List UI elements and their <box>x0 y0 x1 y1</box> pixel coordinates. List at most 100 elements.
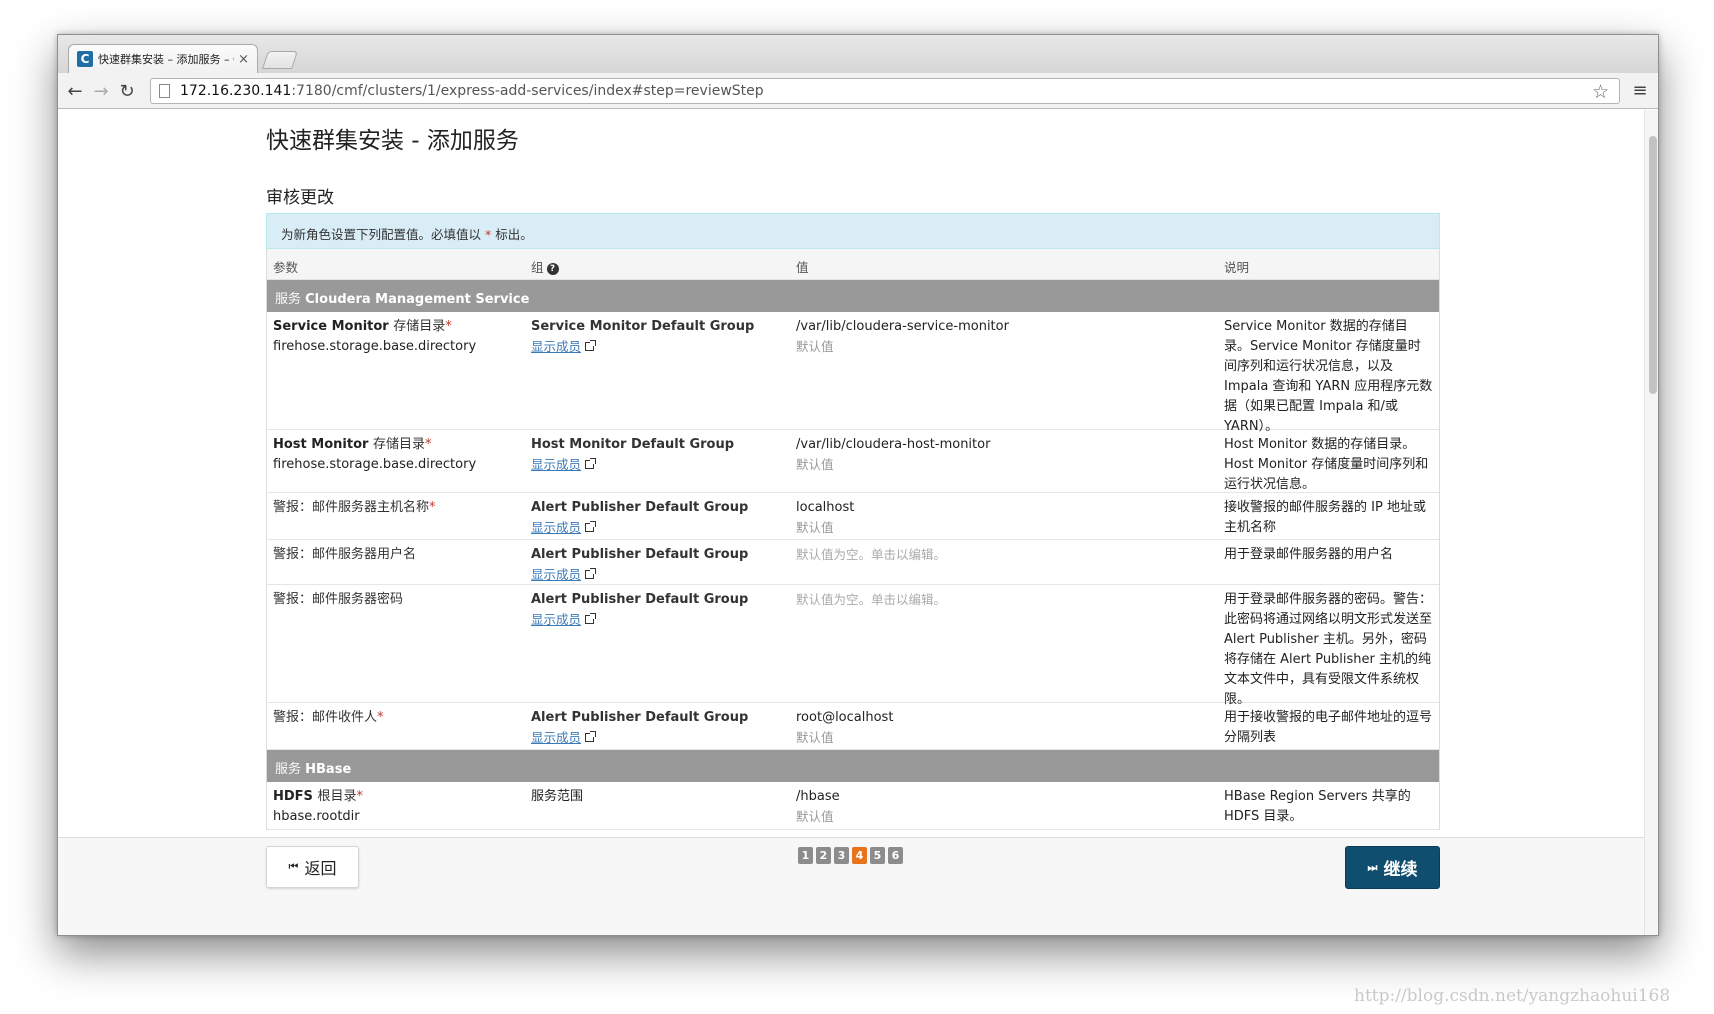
table-row: 警报：邮件服务器用户名 Alert Publisher Default Group… <box>267 540 1439 585</box>
group-cell: Host Monitor Default Group 显示成员 <box>525 430 790 492</box>
description-cell: 接收警报的邮件服务器的 IP 地址或主机名称 <box>1224 500 1426 535</box>
default-label: 默认值 <box>796 339 834 354</box>
param-cell: HDFS 根目录* hbase.rootdir <box>267 782 525 829</box>
service-prefix: 服务 <box>275 762 306 777</box>
service-group-header: 服务 Cloudera Management Service <box>267 280 1439 312</box>
continue-label: 继续 <box>1383 860 1418 880</box>
param-name-zh: 存储目录 <box>372 437 425 452</box>
required-mark: * <box>445 319 452 334</box>
param-name-zh: 警报：邮件收件人 <box>273 710 378 725</box>
param-cell: 警报：邮件服务器主机名称* <box>267 493 525 539</box>
group-cell: 服务范围 <box>525 782 790 829</box>
new-tab-button[interactable] <box>262 51 298 69</box>
external-link-icon <box>585 458 597 469</box>
param-name: Service Monitor 存储目录* <box>273 317 519 337</box>
wizard-footer: ⏮ 返回 123456 ⏭ 继续 <box>58 837 1644 935</box>
param-name: Host Monitor 存储目录* <box>273 435 519 455</box>
close-tab-icon[interactable]: × <box>238 52 249 67</box>
default-label: 默认值 <box>796 520 834 535</box>
reload-icon[interactable]: ↻ <box>116 80 138 102</box>
back-button[interactable]: ⏮ 返回 <box>266 846 359 888</box>
required-mark: * <box>424 437 432 452</box>
table-row: Host Monitor 存储目录* firehose.storage.base.… <box>267 430 1439 493</box>
show-members-link[interactable]: 显示成员 <box>531 610 784 631</box>
service-prefix: 服务 <box>275 292 306 307</box>
config-value[interactable]: localhost <box>796 498 1212 518</box>
param-name: 警报：邮件服务器密码 <box>273 590 519 610</box>
value-cell[interactable]: 默认值为空。单击以编辑。 <box>790 540 1218 584</box>
bookmark-star-icon[interactable]: ☆ <box>1592 81 1609 103</box>
group-name: Service Monitor Default Group <box>531 319 755 334</box>
header-param: 参数 <box>273 260 299 275</box>
description-cell: Host Monitor 数据的存储目录。Host Monitor 存储度量时间… <box>1224 437 1429 492</box>
config-value[interactable]: /var/lib/cloudera-service-monitor <box>796 317 1212 337</box>
config-value[interactable]: /hbase <box>796 787 1212 807</box>
param-name-zh: 根目录 <box>317 789 357 804</box>
back-arrow-icon[interactable]: ← <box>64 80 86 102</box>
default-label: 默认值 <box>796 809 834 824</box>
browser-tab[interactable]: C 快速群集安装 – 添加服务 – C × <box>68 44 258 73</box>
external-link-icon <box>585 613 597 624</box>
step-6[interactable]: 6 <box>888 847 903 864</box>
help-icon[interactable]: ? <box>546 263 559 275</box>
param-name-zh: 警报：邮件服务器密码 <box>273 592 404 607</box>
group-cell: Alert Publisher Default Group 显示成员 <box>525 540 790 584</box>
value-cell[interactable]: localhost 默认值 <box>790 493 1218 539</box>
show-members-link[interactable]: 显示成员 <box>531 337 784 358</box>
value-cell[interactable]: /var/lib/cloudera-service-monitor 默认值 <box>790 312 1218 429</box>
table-header: 参数 组? 值 说明 <box>267 249 1439 280</box>
show-members-link[interactable]: 显示成员 <box>531 565 784 586</box>
param-name: 警报：邮件服务器用户名 <box>273 545 519 565</box>
step-4[interactable]: 4 <box>852 847 867 864</box>
page-scrollbar[interactable] <box>1644 110 1658 935</box>
param-cell: 警报：邮件服务器密码 <box>267 585 525 702</box>
step-1[interactable]: 1 <box>798 847 813 864</box>
group-name: Host Monitor Default Group <box>531 437 735 452</box>
screen: C 快速群集安装 – 添加服务 – C × ← → ↻ 172.16.230.1… <box>0 0 1714 1014</box>
info-notice: 为新角色设置下列配置值。必填值以 * 标出。 <box>266 213 1440 249</box>
param-name-zh: 存储目录 <box>393 319 446 334</box>
empty-value-placeholder[interactable]: 默认值为空。单击以编辑。 <box>796 545 1212 565</box>
notice-suffix: 标出。 <box>495 227 533 242</box>
step-5[interactable]: 5 <box>870 847 885 864</box>
watermark: http://blog.csdn.net/yangzhaohui168 <box>1354 986 1671 1006</box>
show-members-link[interactable]: 显示成员 <box>531 518 784 539</box>
description-cell: Service Monitor 数据的存储目录。Service Monitor … <box>1224 319 1433 434</box>
config-value[interactable]: /var/lib/cloudera-host-monitor <box>796 435 1212 455</box>
param-key: firehose.storage.base.directory <box>273 457 477 472</box>
browser-menu-icon[interactable]: ≡ <box>1630 80 1650 102</box>
header-value: 值 <box>796 260 809 275</box>
group-name: Alert Publisher Default Group <box>531 592 749 607</box>
scrollbar-thumb[interactable] <box>1649 136 1657 394</box>
service-group-header: 服务 HBase <box>267 750 1439 782</box>
step-indicator: 123456 <box>798 847 903 864</box>
param-cell: 警报：邮件服务器用户名 <box>267 540 525 584</box>
param-key: firehose.storage.base.directory <box>273 339 477 354</box>
param-name: 警报：邮件服务器主机名称* <box>273 498 519 518</box>
value-cell[interactable]: root@localhost 默认值 <box>790 703 1218 749</box>
default-label: 默认值 <box>796 457 834 472</box>
step-3[interactable]: 3 <box>834 847 849 864</box>
param-name-zh: 警报：邮件服务器用户名 <box>273 547 417 562</box>
forward-arrow-icon[interactable]: → <box>90 80 112 102</box>
show-members-link[interactable]: 显示成员 <box>531 728 784 749</box>
table-row: 警报：邮件收件人* Alert Publisher Default Group 显示… <box>267 703 1439 750</box>
group-name: Alert Publisher Default Group <box>531 547 749 562</box>
external-link-icon <box>585 340 597 351</box>
address-bar[interactable]: 172.16.230.141:7180/cmf/clusters/1/expre… <box>150 78 1620 104</box>
value-cell[interactable]: /hbase 默认值 <box>790 782 1218 829</box>
param-name: 警报：邮件收件人* <box>273 708 519 728</box>
value-cell[interactable]: 默认值为空。单击以编辑。 <box>790 585 1218 702</box>
show-members-link[interactable]: 显示成员 <box>531 455 784 476</box>
group-name: 服务范围 <box>531 789 584 804</box>
required-star: * <box>485 227 492 242</box>
table-row: 警报：邮件服务器主机名称* Alert Publisher Default Gro… <box>267 493 1439 540</box>
empty-value-placeholder[interactable]: 默认值为空。单击以编辑。 <box>796 590 1212 610</box>
value-cell[interactable]: /var/lib/cloudera-host-monitor 默认值 <box>790 430 1218 492</box>
step-2[interactable]: 2 <box>816 847 831 864</box>
continue-button[interactable]: ⏭ 继续 <box>1345 846 1440 889</box>
param-name-en: HDFS <box>273 789 318 804</box>
config-value[interactable]: root@localhost <box>796 708 1212 728</box>
page-title: 快速群集安装 - 添加服务 <box>266 128 519 154</box>
show-members-label: 显示成员 <box>531 457 582 472</box>
